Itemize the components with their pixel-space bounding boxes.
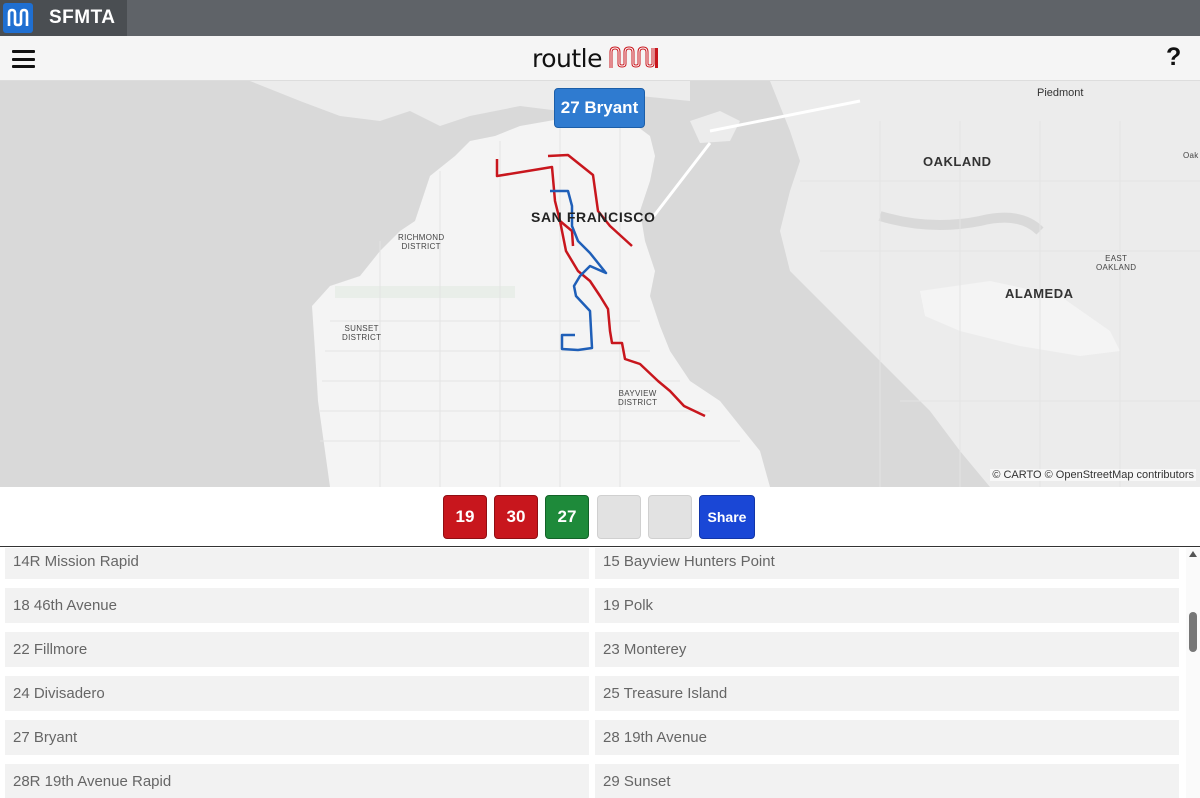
route-item[interactable]: 19 Polk bbox=[595, 588, 1179, 623]
map-label-oakland: OAKLAND bbox=[923, 154, 992, 169]
map-label-bayview: BAYVIEW DISTRICT bbox=[618, 389, 658, 407]
map-label-richmond: RICHMOND DISTRICT bbox=[398, 233, 445, 251]
map-canvas bbox=[250, 81, 1200, 487]
route-list: 14R Mission Rapid 15 Bayview Hunters Poi… bbox=[0, 548, 1186, 798]
guess-bar: 19 30 27 Share bbox=[0, 487, 1200, 547]
sf-land bbox=[312, 116, 770, 487]
map-label-san-francisco: SAN FRANCISCO bbox=[531, 209, 656, 225]
route-item[interactable]: 25 Treasure Island bbox=[595, 676, 1179, 711]
map-label-piedmont: Piedmont bbox=[1037, 87, 1084, 99]
map-label-sunset: SUNSET DISTRICT bbox=[342, 324, 382, 342]
map-label-oak-edge: Oak bbox=[1183, 151, 1199, 160]
app-header: routle ? bbox=[0, 36, 1200, 81]
window-tabstrip: SFMTA bbox=[0, 0, 1200, 36]
guess-slot-4 bbox=[597, 495, 641, 539]
share-button[interactable]: Share bbox=[699, 495, 755, 539]
sfmta-logo-icon bbox=[3, 3, 33, 33]
app-title: SFMTA bbox=[49, 7, 116, 28]
brand-word: routle bbox=[532, 43, 603, 73]
route-map[interactable]: Piedmont OAKLAND Oak SAN FRANCISCO RICHM… bbox=[0, 81, 1200, 487]
route-item[interactable]: 28 19th Avenue bbox=[595, 720, 1179, 755]
brand-logo: routle bbox=[532, 42, 660, 74]
route-item[interactable]: 24 Divisadero bbox=[5, 676, 589, 711]
muni-logo-icon bbox=[609, 46, 658, 68]
map-label-east-oakland: EAST OAKLAND bbox=[1096, 254, 1137, 272]
guess-slot-1: 19 bbox=[443, 495, 487, 539]
guess-slot-2: 30 bbox=[494, 495, 538, 539]
map-label-alameda: ALAMEDA bbox=[1005, 286, 1074, 301]
route-item[interactable]: 22 Fillmore bbox=[5, 632, 589, 667]
scroll-up-arrow-icon[interactable] bbox=[1189, 551, 1197, 557]
route-item[interactable]: 15 Bayview Hunters Point bbox=[595, 548, 1179, 579]
route-item[interactable]: 23 Monterey bbox=[595, 632, 1179, 667]
app-tab[interactable]: SFMTA bbox=[0, 0, 127, 36]
guess-slot-5 bbox=[648, 495, 692, 539]
map-attribution[interactable]: © CARTO © OpenStreetMap contributors bbox=[990, 469, 1196, 481]
route-item[interactable]: 27 Bryant bbox=[5, 720, 589, 755]
route-item[interactable]: 14R Mission Rapid bbox=[5, 548, 589, 579]
route-item[interactable]: 18 46th Avenue bbox=[5, 588, 589, 623]
route-item[interactable]: 28R 19th Avenue Rapid bbox=[5, 764, 589, 798]
route-list-scrollbar[interactable] bbox=[1186, 548, 1200, 798]
guess-slot-3: 27 bbox=[545, 495, 589, 539]
help-icon[interactable]: ? bbox=[1166, 43, 1181, 72]
scroll-thumb[interactable] bbox=[1189, 612, 1197, 652]
selected-route-chip: 27 Bryant bbox=[554, 88, 645, 128]
route-item[interactable]: 29 Sunset bbox=[595, 764, 1179, 798]
hamburger-menu-icon[interactable] bbox=[12, 50, 35, 68]
